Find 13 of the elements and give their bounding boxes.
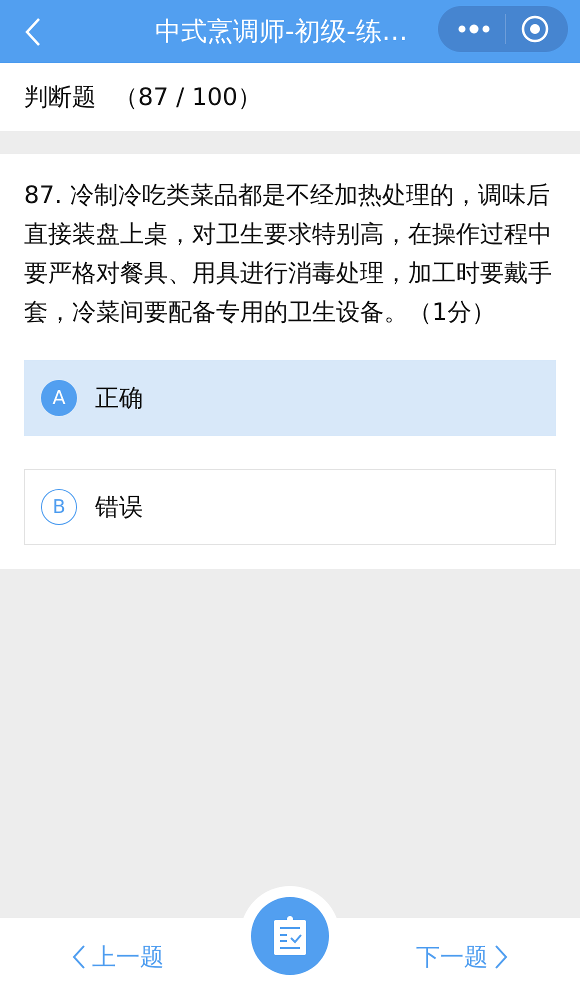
answer-option[interactable]: B 错误 bbox=[24, 469, 556, 545]
question-text: 87. 冷制冷吃类菜品都是不经加热处理的，调味后直接装盘上桌，对卫生要求特别高，在操作过程中要严格对餐具、用具进行消毒处理，加工时要戴手套，冷菜间要配备专用的卫生设备。（1分） bbox=[24, 180, 553, 328]
clipboard-icon bbox=[273, 916, 307, 956]
chevron-right-icon bbox=[494, 944, 508, 970]
question-type: 判断题 bbox=[24, 82, 96, 113]
back-icon[interactable] bbox=[24, 16, 42, 46]
chevron-left-icon bbox=[72, 944, 86, 970]
option-letter: A bbox=[41, 380, 77, 416]
option-letter: B bbox=[41, 489, 77, 525]
answer-sheet-button[interactable] bbox=[251, 897, 329, 975]
more-icon[interactable] bbox=[458, 24, 490, 34]
answer-option[interactable]: A 正确 bbox=[24, 360, 556, 436]
window-title: 中式烹调师-初级-练… bbox=[155, 16, 408, 49]
